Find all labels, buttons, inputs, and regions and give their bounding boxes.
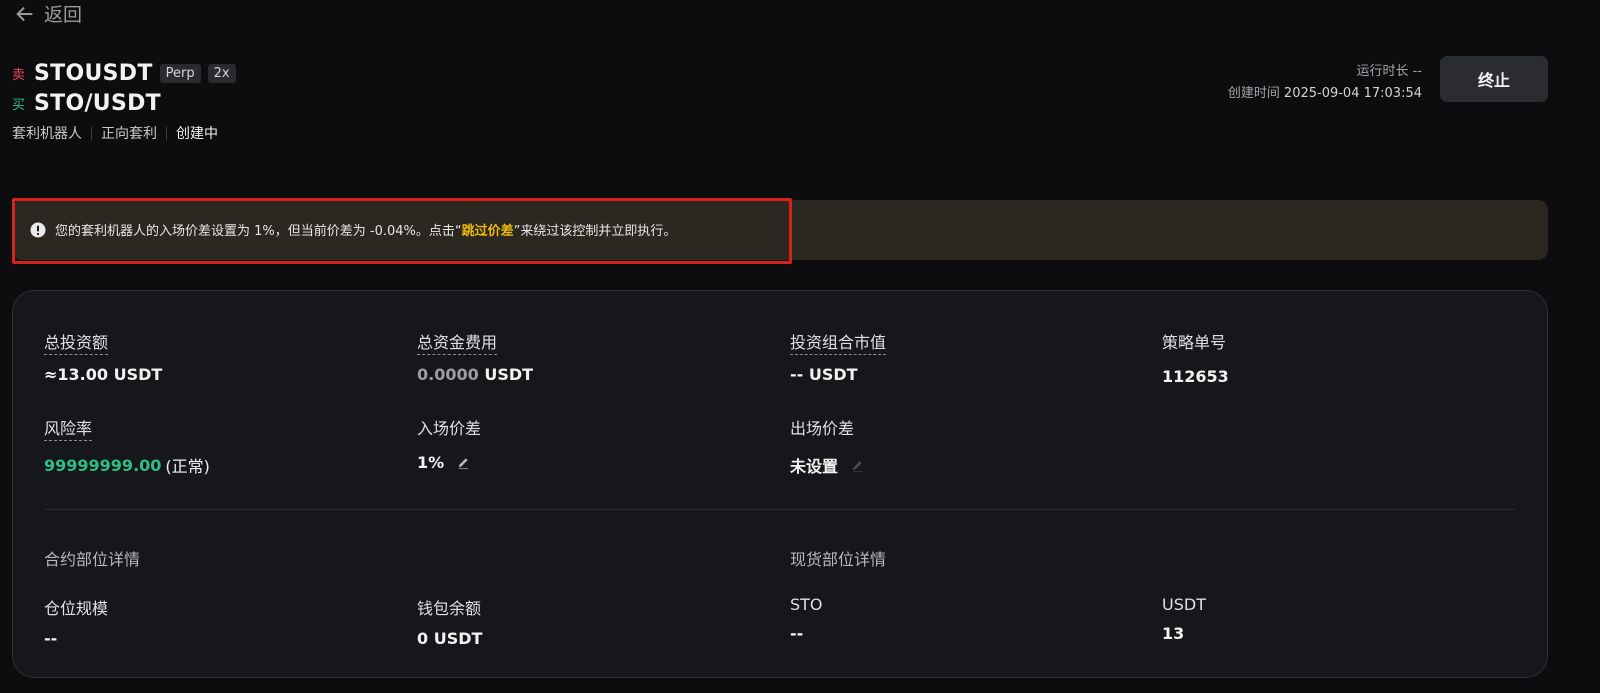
total-investment-value: ≈13.00 — [44, 365, 109, 384]
risk-rate-label[interactable]: 风险率 — [44, 419, 93, 441]
wallet-balance: 钱包余额 0 USDT — [417, 595, 482, 648]
alert-text-before: 您的套利机器人的入场价差设置为 1%，但当前价差为 -0.04%。点击“ — [55, 224, 462, 239]
bot-tags: 套利机器人 正向套利 创建中 — [12, 123, 218, 143]
funding-fee-label[interactable]: 总资金费用 — [417, 333, 498, 355]
alert-text-after: ”来绕过该控制并立即执行。 — [513, 224, 677, 239]
created-label: 创建时间 — [1227, 86, 1280, 101]
skip-spread-link[interactable]: 跳过价差 — [462, 220, 514, 239]
exit-spread: 出场价差 未设置 — [790, 415, 865, 477]
funding-fee-value: 0.0000 — [417, 365, 479, 384]
divider — [91, 126, 92, 140]
alert-message: 您的套利机器人的入场价差设置为 1%，但当前价差为 -0.04%。点击“ 跳过价差… — [30, 220, 676, 239]
portfolio-value-label[interactable]: 投资组合市值 — [790, 333, 887, 355]
back-label: 返回 — [44, 4, 83, 26]
order-id-label: 策略单号 — [1162, 333, 1227, 352]
entry-spread-label: 入场价差 — [417, 419, 482, 438]
portfolio-value-unit: USDT — [808, 365, 858, 384]
sell-tag: 卖 — [12, 67, 26, 83]
spot-usdt-value: 13 — [1162, 624, 1185, 643]
total-investment-label[interactable]: 总投资额 — [44, 333, 109, 355]
buy-pair-name: STO/USDT — [34, 90, 161, 116]
total-investment: 总投资额 ≈13.00 USDT — [44, 329, 162, 384]
spot-sto-label: STO — [790, 595, 823, 614]
futures-position-title: 合约部位详情 — [44, 550, 141, 569]
strategy-order-id: 策略单号 112653 — [1162, 329, 1229, 386]
total-investment-unit: USDT — [113, 365, 163, 384]
edit-pencil-icon[interactable] — [456, 455, 471, 470]
created-timestamp: 2025-09-04 17:03:54 — [1283, 86, 1422, 101]
spot-usdt: USDT 13 — [1162, 595, 1206, 643]
stop-button[interactable]: 终止 — [1440, 56, 1548, 102]
wallet-balance-value: 0 USDT — [417, 629, 483, 648]
runtime-value: -- — [1412, 64, 1422, 79]
spot-usdt-label: USDT — [1162, 595, 1206, 614]
risk-rate-value: 99999999.00 — [44, 455, 162, 475]
spot-sto-value: -- — [790, 624, 804, 643]
exit-spread-label: 出场价差 — [790, 419, 855, 438]
risk-rate: 风险率 99999999.00 (正常) — [44, 415, 210, 477]
strategy-tag: 正向套利 — [101, 126, 157, 142]
divider — [166, 126, 167, 140]
pair-header: 卖 STOUSDT Perp 2x 买 STO/USDT — [12, 58, 236, 118]
edit-pencil-icon-disabled — [852, 460, 863, 472]
leverage-badge: 2x — [207, 63, 236, 83]
sell-pair-name: STOUSDT — [34, 60, 153, 86]
runtime-label: 运行时长 — [1356, 64, 1409, 79]
wallet-balance-label: 钱包余额 — [417, 599, 482, 618]
spot-position-title: 现货部位详情 — [790, 550, 887, 569]
entry-spread: 入场价差 1% — [417, 415, 481, 472]
spot-sto: STO -- — [790, 595, 823, 643]
status-tag: 创建中 — [176, 126, 218, 142]
order-id-value: 112653 — [1162, 367, 1229, 386]
bot-detail-page: 返回 卖 STOUSDT Perp 2x 买 STO/USDT 套利机器人 正向… — [0, 0, 1600, 693]
entry-spread-value: 1% — [417, 453, 445, 472]
portfolio-value: 投资组合市值 -- USDT — [790, 329, 887, 384]
created-info: 创建时间 2025-09-04 17:03:54 — [1228, 82, 1422, 101]
total-funding-fee: 总资金费用 0.0000 USDT — [417, 329, 533, 384]
funding-fee-unit: USDT — [484, 365, 534, 384]
buy-tag: 买 — [12, 97, 26, 113]
risk-status: (正常) — [165, 457, 210, 476]
exclamation-circle-icon — [30, 222, 46, 237]
position-size: 仓位规模 -- — [44, 595, 108, 648]
position-size-label: 仓位规模 — [44, 599, 109, 618]
bot-type-tag: 套利机器人 — [12, 126, 82, 142]
position-size-value: -- — [44, 629, 58, 648]
section-divider — [45, 509, 1515, 510]
portfolio-value-amount: -- — [790, 365, 804, 384]
runtime-info: 运行时长 -- — [1356, 60, 1422, 79]
perp-badge: Perp — [159, 63, 201, 83]
arrow-left-icon — [16, 6, 33, 21]
bot-summary-card: 总投资额 ≈13.00 USDT 总资金费用 0.0000 USDT 投资组合市… — [12, 290, 1548, 678]
exit-spread-value: 未设置 — [790, 457, 839, 476]
back-link[interactable]: 返回 — [14, 0, 82, 27]
